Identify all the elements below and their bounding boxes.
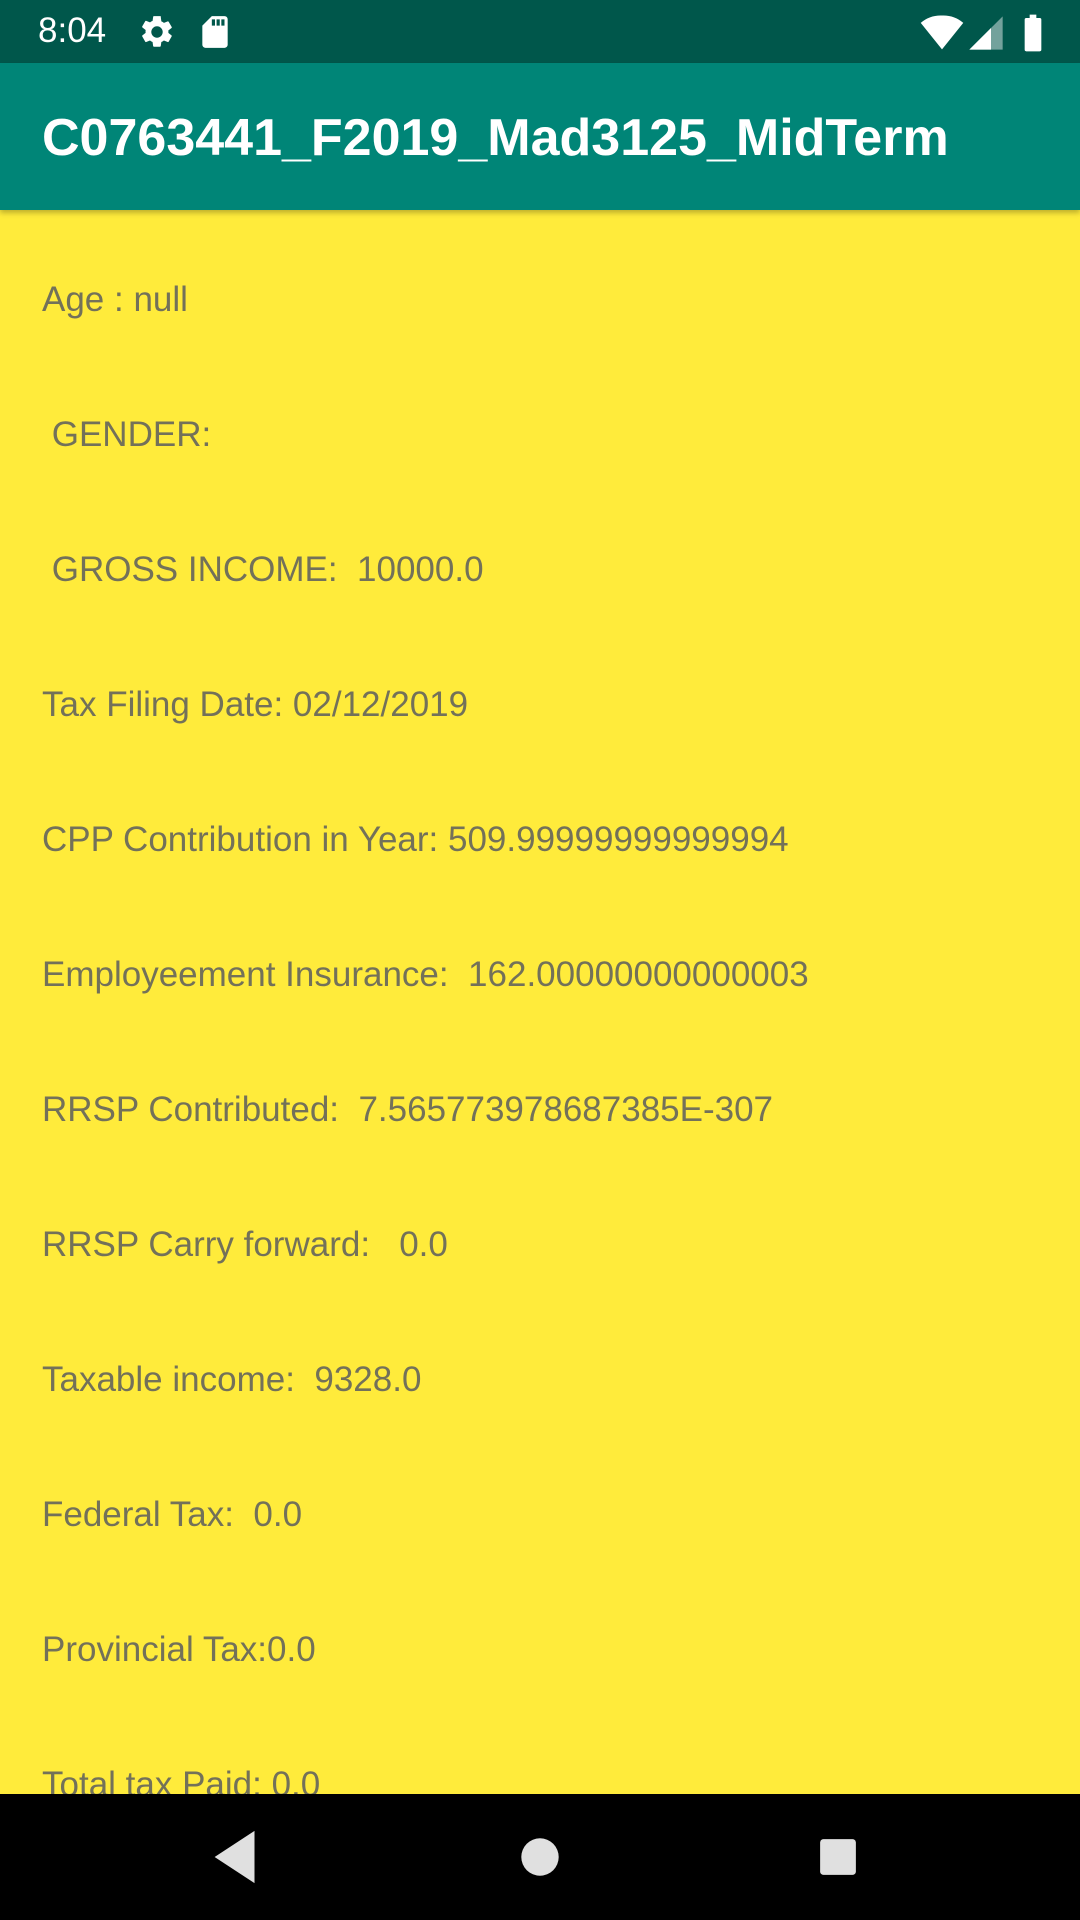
wifi-icon bbox=[920, 15, 964, 50]
signal-icon bbox=[969, 16, 1003, 50]
tax-details-content[interactable]: Age : null GENDER: GROSS INCOME: 10000.0… bbox=[0, 210, 1080, 1794]
tax-filing-date-text: Tax Filing Date: 02/12/2019 bbox=[42, 685, 469, 724]
rrsp-contributed-text: RRSP Contributed: 7.565773978687385E-307 bbox=[42, 1090, 774, 1129]
battery-icon bbox=[1024, 14, 1042, 52]
provincial-tax-text: Provincial Tax:0.0 bbox=[42, 1630, 316, 1669]
status-bar: 8:04 bbox=[0, 0, 1080, 63]
total-tax-paid-text: Total tax Paid: 0.0 bbox=[42, 1765, 321, 1794]
gross-income-text: GROSS INCOME: 10000.0 bbox=[42, 550, 484, 589]
employment-insurance-text: Employeement Insurance: 162.000000000000… bbox=[42, 955, 809, 994]
rrsp-carry-forward-text: RRSP Carry forward: 0.0 bbox=[42, 1225, 448, 1264]
home-icon[interactable] bbox=[507, 1824, 573, 1890]
taxable-income-text: Taxable income: 9328.0 bbox=[42, 1360, 422, 1399]
status-time: 8:04 bbox=[38, 11, 107, 50]
age-text: Age : null bbox=[42, 280, 188, 319]
federal-tax-text: Federal Tax: 0.0 bbox=[42, 1495, 303, 1534]
back-icon[interactable] bbox=[205, 1824, 271, 1890]
navigation-bar bbox=[0, 1794, 1080, 1920]
gender-text: GENDER: bbox=[42, 415, 212, 454]
cpp-contribution-text: CPP Contribution in Year: 509.9999999999… bbox=[42, 820, 789, 859]
gear-icon bbox=[142, 16, 172, 47]
app-bar: C0763441_F2019_Mad3125_MidTerm bbox=[0, 63, 1080, 210]
recents-icon[interactable] bbox=[805, 1824, 871, 1890]
sd-card-icon bbox=[202, 16, 228, 48]
app-title: C0763441_F2019_Mad3125_MidTerm bbox=[42, 109, 949, 167]
